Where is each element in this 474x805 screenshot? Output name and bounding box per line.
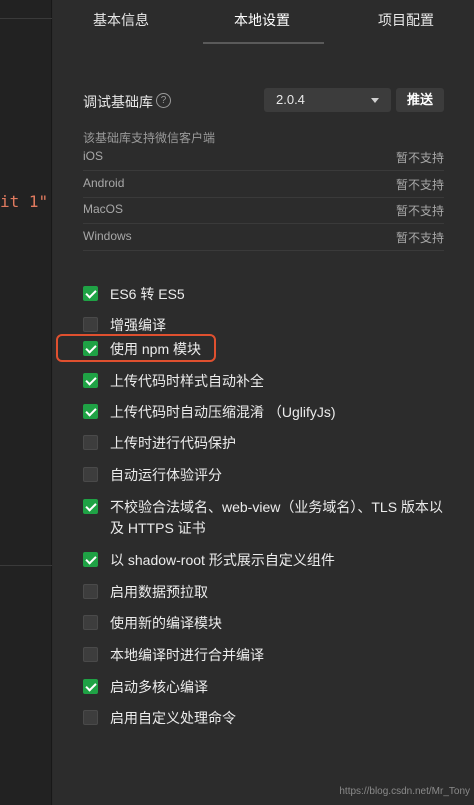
checkbox-checked[interactable] [83,286,98,301]
option-label: ES6 转 ES5 [110,286,185,302]
option-label: 上传代码时样式自动补全 [110,373,264,389]
active-tab-indicator [203,42,324,44]
tab-local-settings[interactable]: 本地设置 [234,10,290,30]
checkbox-checked[interactable] [83,552,98,567]
npm-option-highlight [56,334,216,362]
checkbox-checked[interactable] [83,679,98,694]
client-row: MacOS 暂不支持 [83,198,444,224]
settings-panel: 基本信息 本地设置 项目配置 调试基础库 ? 2.0.4 推送 该基础库支持微信… [53,0,474,805]
client-status: 暂不支持 [395,178,444,192]
option-label: 不校验合法域名、web-view（业务域名）、TLS 版本以及 HTTPS 证书 [110,499,443,536]
settings-tabs: 基本信息 本地设置 项目配置 [53,0,474,44]
checkbox-checked[interactable] [83,499,98,514]
option-label: 以 shadow-root 形式展示自定义组件 [110,552,335,568]
editor-divider [0,565,52,566]
checkbox-checked[interactable] [83,404,98,419]
lib-version-select[interactable]: 2.0.4 [264,88,391,112]
client-name: Android [83,176,125,190]
option-label: 启用数据预拉取 [110,584,208,600]
push-button[interactable]: 推送 [396,88,444,112]
client-name: MacOS [83,202,124,216]
checkbox-unchecked[interactable] [83,317,98,332]
debug-lib-label: 调试基础库 [83,94,153,110]
client-row: Android 暂不支持 [83,172,444,198]
client-name: Windows [83,229,132,243]
option-label: 启动多核心编译 [110,679,208,695]
client-row: Windows 暂不支持 [83,225,444,251]
tab-project-config[interactable]: 项目配置 [378,10,434,30]
client-name: iOS [83,149,104,163]
option-label: 自动运行体验评分 [110,467,222,483]
watermark: https://blog.csdn.net/Mr_Tony [339,786,470,797]
support-title: 该基础库支持微信客户端 [83,131,216,145]
checkbox-checked[interactable] [83,373,98,388]
option-label: 启用自定义处理命令 [110,710,236,726]
option-label: 增强编译 [110,317,166,333]
editor-divider [0,18,52,19]
client-status: 暂不支持 [395,151,444,165]
client-status: 暂不支持 [395,231,444,245]
option-label: 上传代码时自动压缩混淆 （UglifyJs) [110,404,336,420]
checkbox-unchecked[interactable] [83,584,98,599]
checkbox-unchecked[interactable] [83,710,98,725]
lib-version-value: 2.0.4 [276,92,305,107]
checkbox-unchecked[interactable] [83,435,98,450]
code-fragment: it 1" [0,192,49,211]
client-row: iOS 暂不支持 [83,145,444,171]
tab-basic-info[interactable]: 基本信息 [93,10,149,30]
checkbox-unchecked[interactable] [83,647,98,662]
option-label: 上传时进行代码保护 [110,435,236,451]
option-label: 本地编译时进行合并编译 [110,647,264,663]
code-editor-pane: it 1" [0,0,52,805]
client-status: 暂不支持 [395,204,444,218]
chevron-down-icon [371,98,379,103]
option-label: 使用新的编译模块 [110,615,222,631]
checkbox-unchecked[interactable] [83,467,98,482]
checkbox-unchecked[interactable] [83,615,98,630]
question-circle-icon[interactable]: ? [156,93,171,108]
